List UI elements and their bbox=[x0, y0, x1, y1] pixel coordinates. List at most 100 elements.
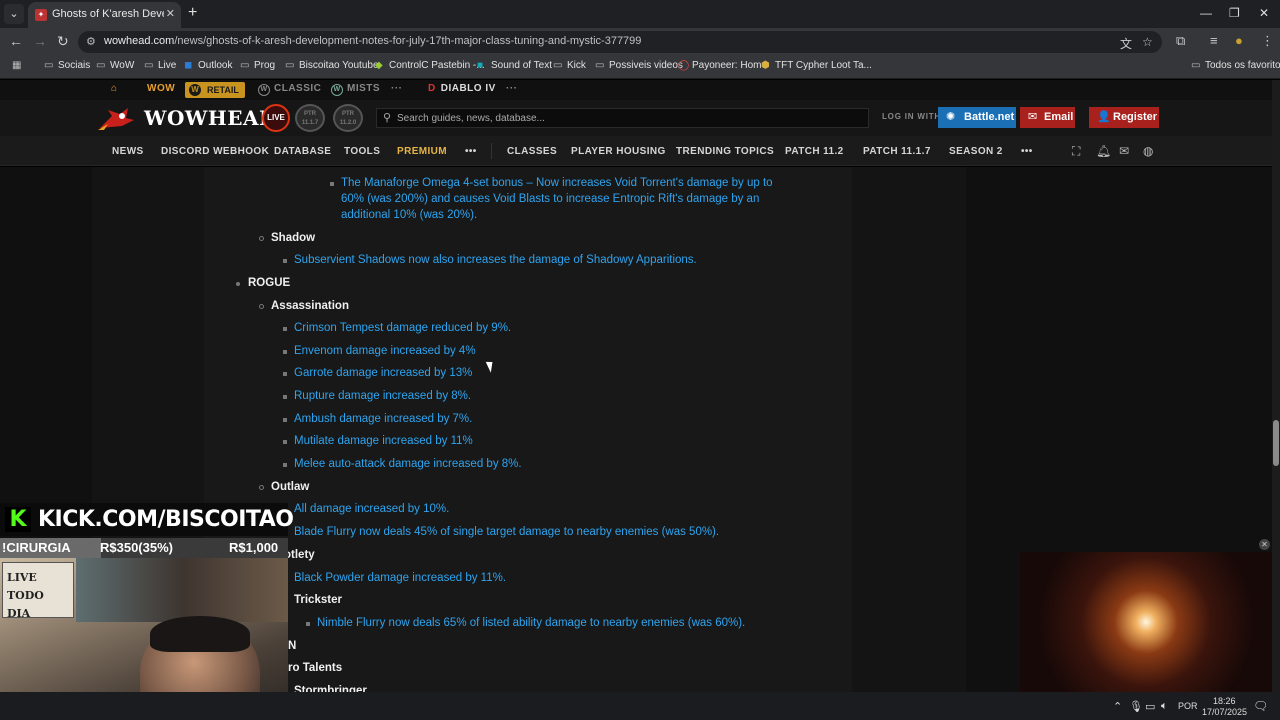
list-item[interactable]: Rupture damage increased by 8%. bbox=[294, 390, 471, 402]
wowhead-logo-icon[interactable] bbox=[98, 106, 136, 132]
minimize-icon[interactable]: — bbox=[1200, 6, 1212, 20]
extensions-icon[interactable]: ⧉ bbox=[1176, 33, 1185, 49]
bookmark-wow[interactable]: ▭ WoW bbox=[96, 60, 134, 71]
video-close-icon[interactable]: ✕ bbox=[1259, 539, 1270, 550]
scrollbar-thumb[interactable] bbox=[1273, 420, 1279, 466]
bookmark-star-icon[interactable]: ☆ bbox=[1142, 35, 1153, 49]
list-item[interactable]: All damage increased by 10%. bbox=[294, 503, 449, 515]
envelope-icon: ✉ bbox=[1028, 111, 1038, 123]
list-item[interactable]: Crimson Tempest damage reduced by 9%. bbox=[294, 322, 511, 334]
nav-trending-topics[interactable]: TRENDING TOPICS bbox=[676, 146, 774, 157]
game-diablo[interactable]: D DIABLO IV bbox=[428, 83, 496, 94]
ptr-1117-button[interactable]: PTR 11.1.7 bbox=[295, 104, 325, 132]
game-mists[interactable]: W MISTS bbox=[331, 83, 380, 96]
screen: ⌄ ✦ Ghosts of K'aresh Developmen ✕ + — ❐… bbox=[0, 0, 1280, 720]
nav-patch-112[interactable]: PATCH 11.2 bbox=[785, 146, 844, 157]
more-games-1[interactable]: ··· bbox=[391, 83, 403, 94]
site-info-icon[interactable]: ⚙ bbox=[86, 35, 96, 48]
new-tab-icon[interactable]: + bbox=[188, 5, 197, 21]
nav-classes[interactable]: CLASSES bbox=[507, 146, 557, 157]
nav-more-1[interactable]: ••• bbox=[465, 146, 477, 157]
list-item[interactable]: Mutilate damage increased by 11% bbox=[294, 435, 473, 447]
bookmark-payoneer[interactable]: ◯ Payoneer: Home bbox=[678, 60, 767, 71]
input-language[interactable]: POR bbox=[1178, 701, 1198, 711]
list-item[interactable]: Black Powder damage increased by 11%. bbox=[294, 572, 506, 584]
class-heading-rogue: ROGUE bbox=[248, 277, 291, 289]
nav-patch-1117[interactable]: PATCH 11.1.7 bbox=[863, 146, 931, 157]
bookmark-biscoitao-youtube[interactable]: ▭ Biscoitao Youtube bbox=[285, 60, 379, 71]
apps-grid-icon[interactable]: ▦ bbox=[12, 60, 26, 71]
register-button[interactable]: 👤 Register bbox=[1089, 107, 1159, 128]
manaforge-bonus-link-line3[interactable]: additional 10% (was 20%). bbox=[341, 209, 477, 221]
tab-search-icon[interactable]: ⌄ bbox=[4, 4, 24, 24]
globe-icon[interactable]: ◍ bbox=[1143, 144, 1153, 158]
clock-time[interactable]: 18:26 bbox=[1213, 696, 1236, 706]
bookmark-prog[interactable]: ▭ Prog bbox=[240, 60, 275, 71]
bookmark-tft-cypher[interactable]: ⬢ TFT Cypher Loot Ta... bbox=[761, 60, 872, 71]
list-item[interactable]: Ambush damage increased by 7%. bbox=[294, 413, 472, 425]
all-bookmarks[interactable]: ▭ Todos os favoritos bbox=[1191, 60, 1280, 71]
bookmark-kick[interactable]: ▭ Kick bbox=[553, 60, 586, 71]
reload-icon[interactable]: ↻ bbox=[57, 33, 69, 49]
list-item[interactable]: Garrote damage increased by 13% bbox=[294, 367, 472, 379]
floating-video-player[interactable] bbox=[1020, 552, 1272, 692]
address-bar[interactable]: ⚙ wowhead.com/news/ghosts-of-k-aresh-dev… bbox=[78, 31, 1162, 53]
spec-heading-hero-talents: ro Talents bbox=[288, 662, 343, 674]
home-icon[interactable]: ⌂ bbox=[111, 83, 118, 94]
email-login-button[interactable]: ✉ Email bbox=[1020, 107, 1075, 128]
bookmark-sound-of-text[interactable]: ■ Sound of Text bbox=[477, 60, 552, 71]
game-retail[interactable]: W RETAIL bbox=[185, 82, 245, 98]
media-control-icon[interactable]: ≡ bbox=[1210, 33, 1218, 48]
ptr-1120-button[interactable]: PTR 11.2.0 bbox=[333, 104, 363, 132]
nav-discord-webhook[interactable]: DISCORD WEBHOOK bbox=[161, 146, 269, 157]
browser-menu-icon[interactable]: ⋮ bbox=[1261, 33, 1274, 49]
mail-icon[interactable]: ✉ bbox=[1119, 144, 1129, 158]
profile-avatar-icon[interactable]: ● bbox=[1235, 33, 1243, 48]
back-icon[interactable]: ← bbox=[9, 33, 23, 49]
restore-icon[interactable]: ❐ bbox=[1229, 6, 1240, 20]
forward-icon[interactable]: → bbox=[33, 33, 47, 49]
window-close-icon[interactable]: ✕ bbox=[1259, 6, 1269, 20]
game-switcher-bar: ⌂ WOW W RETAIL W CLASSIC W MISTS ··· D DIABL… bbox=[0, 80, 1272, 100]
fullscreen-icon[interactable]: ⛶ bbox=[1072, 144, 1080, 159]
search-input[interactable] bbox=[397, 111, 857, 125]
bookmark-sociais[interactable]: ▭ Sociais bbox=[44, 60, 90, 71]
bookmark-controlc[interactable]: ◆ ControlC Pastebin -... bbox=[375, 60, 485, 71]
more-games-2[interactable]: ··· bbox=[506, 83, 518, 94]
search-box[interactable]: ⚲ bbox=[376, 108, 869, 128]
tray-chevron-icon[interactable]: ⌃ bbox=[1113, 700, 1122, 713]
nav-news[interactable]: NEWS bbox=[112, 146, 144, 157]
notification-center-icon[interactable]: 🗨︎ bbox=[1253, 699, 1268, 713]
page-scrollbar[interactable] bbox=[1272, 80, 1280, 692]
nav-premium[interactable]: PREMIUM bbox=[397, 146, 447, 157]
battlenet-login-button[interactable]: ✺ Battle.net bbox=[938, 107, 1016, 128]
clock-date[interactable]: 17/07/2025 bbox=[1202, 707, 1247, 717]
list-item[interactable]: Melee auto-attack damage increased by 8%… bbox=[294, 458, 522, 470]
browser-tab-active[interactable]: ✦ Ghosts of K'aresh Developmen ✕ bbox=[28, 2, 181, 28]
manaforge-bonus-link-line1[interactable]: The Manaforge Omega 4-set bonus – Now in… bbox=[341, 177, 773, 189]
right-sidebar bbox=[852, 167, 966, 692]
network-icon[interactable]: ▭ bbox=[1145, 700, 1155, 713]
wowhead-logo-text[interactable]: WOWHEAD bbox=[144, 106, 277, 130]
bookmark-possiveis-videos[interactable]: ▭ Possiveis videos bbox=[595, 60, 683, 71]
list-item[interactable]: Blade Flurry now deals 45% of single tar… bbox=[294, 526, 719, 538]
translate-icon[interactable]: 文 bbox=[1120, 35, 1132, 52]
nav-player-housing[interactable]: PLAYER HOUSING bbox=[571, 146, 666, 157]
game-wow[interactable]: WOW bbox=[147, 83, 175, 94]
list-item[interactable]: Envenom damage increased by 4% bbox=[294, 345, 476, 357]
nav-season-2[interactable]: SEASON 2 bbox=[949, 146, 1003, 157]
microphone-icon[interactable]: 🎙︎ bbox=[1129, 700, 1143, 713]
nav-tools[interactable]: TOOLS bbox=[344, 146, 380, 157]
bookmark-outlook[interactable]: ◼ Outlook bbox=[184, 60, 232, 71]
volume-icon[interactable]: 🔈︎ bbox=[1161, 700, 1168, 713]
bell-icon[interactable]: 🔔︎ bbox=[1096, 144, 1111, 158]
live-button[interactable]: LIVE bbox=[262, 104, 290, 132]
list-item[interactable]: Nimble Flurry now deals 65% of listed ab… bbox=[317, 617, 745, 629]
nav-more-2[interactable]: ••• bbox=[1021, 146, 1033, 157]
bookmark-live[interactable]: ▭ Live bbox=[144, 60, 176, 71]
game-classic[interactable]: W CLASSIC bbox=[258, 83, 321, 96]
nav-database[interactable]: DATABASE bbox=[274, 146, 331, 157]
tab-close-icon[interactable]: ✕ bbox=[166, 7, 175, 20]
list-item[interactable]: Subservient Shadows now also increases t… bbox=[294, 254, 697, 266]
manaforge-bonus-link-line2[interactable]: 60% (was 200%) and causes Void Blasts to… bbox=[341, 193, 759, 205]
